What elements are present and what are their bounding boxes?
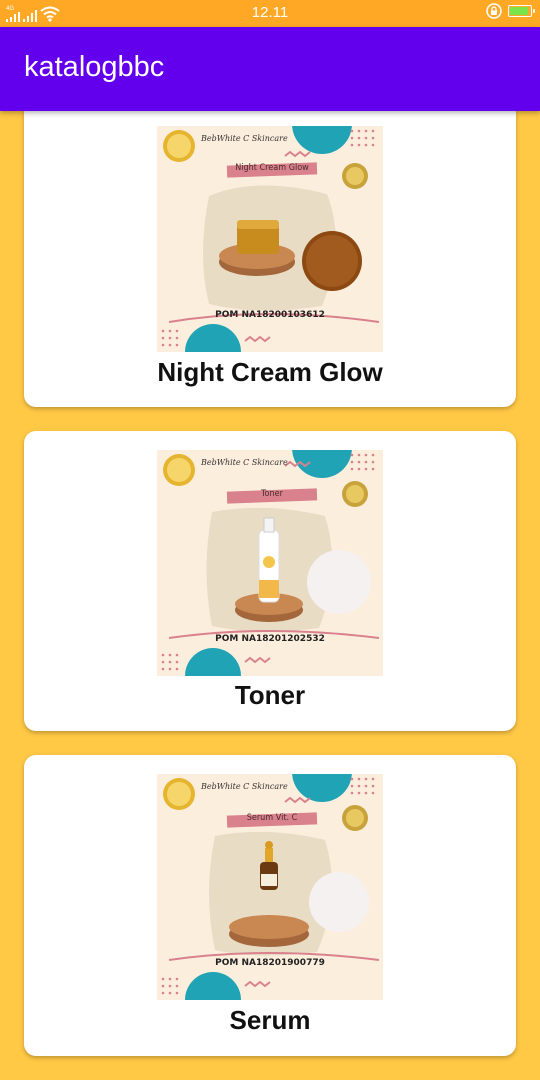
image-label-text: Toner bbox=[261, 489, 283, 499]
image-label-text: Night Cream Glow bbox=[235, 163, 309, 173]
image-brand-text: BebWhite C Skincare bbox=[201, 134, 288, 143]
app-bar: katalogbbc bbox=[0, 27, 540, 111]
image-pom-text: POM NA18201202532 bbox=[215, 634, 325, 644]
product-list[interactable]: BebWhite C Skincare Night Cream Glow POM… bbox=[0, 111, 540, 1080]
product-title: Toner bbox=[234, 680, 306, 710]
status-time: 12.11 bbox=[251, 4, 289, 21]
image-brand-text: BebWhite C Skincare bbox=[201, 782, 288, 791]
image-brand-text: BebWhite C Skincare bbox=[201, 458, 288, 467]
battery-icon bbox=[508, 5, 535, 17]
image-pom-text: POM NA18201900779 bbox=[215, 958, 325, 968]
product-card[interactable]: BebWhite C Skincare Serum Vit. C POM NA1… bbox=[24, 755, 516, 1056]
lock-icon bbox=[486, 3, 502, 19]
product-title: Serum bbox=[229, 1005, 311, 1035]
status-right bbox=[486, 3, 535, 19]
app-title: katalogbbc bbox=[24, 51, 165, 83]
image-label-text: Serum Vit. C bbox=[246, 813, 298, 823]
battery-fill bbox=[510, 7, 528, 15]
product-title: Night Cream Glow bbox=[157, 357, 383, 387]
image-pom-text: POM NA18200103612 bbox=[215, 310, 325, 320]
product-image: BebWhite C Skincare Night Cream Glow POM… bbox=[157, 126, 383, 352]
product-image: BebWhite C Skincare Serum Vit. C POM NA1… bbox=[157, 774, 383, 1000]
product-card[interactable]: BebWhite C Skincare Toner POM NA18201202… bbox=[24, 431, 516, 731]
product-card[interactable]: BebWhite C Skincare Night Cream Glow POM… bbox=[24, 111, 516, 407]
product-image: BebWhite C Skincare Toner POM NA18201202… bbox=[157, 450, 383, 676]
status-bar: 4G 12.11 bbox=[0, 0, 540, 27]
